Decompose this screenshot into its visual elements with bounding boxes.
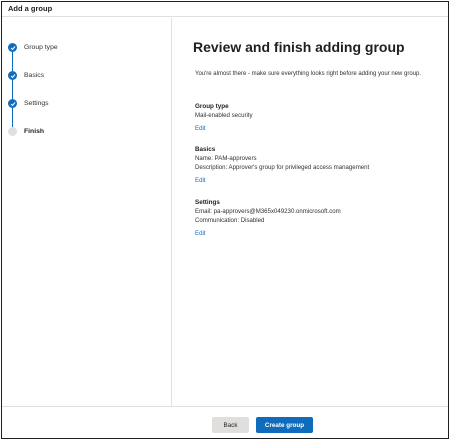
step-label: Finish: [24, 128, 45, 135]
step-complete-check-icon: [8, 71, 17, 80]
section-heading: Settings: [195, 199, 220, 206]
section-heading: Basics: [195, 146, 216, 153]
wizard-steps-sidebar: Group type Basics Settings Finish: [2, 18, 172, 406]
wizard-footer: Back Create group: [2, 406, 448, 438]
step-label: Settings: [24, 100, 49, 107]
back-button[interactable]: Back: [212, 417, 249, 433]
step-group-type[interactable]: Group type: [8, 43, 158, 55]
create-group-button[interactable]: Create group: [256, 417, 313, 433]
intro-text: You're almost there - make sure everythi…: [195, 71, 422, 77]
review-content: Review and finish adding group You're al…: [173, 18, 448, 406]
section-group-type: Group type Mail-enabled security Edit: [195, 102, 445, 133]
section-basics: Basics Name: PAM-approvers Description: …: [195, 145, 445, 185]
step-finish: Finish: [8, 127, 158, 139]
panel-title-bar: Add a group: [2, 2, 448, 17]
section-value: Communication: Disabled: [195, 217, 265, 224]
step-current-circle-icon: [8, 127, 17, 136]
panel-title: Add a group: [8, 4, 53, 13]
edit-basics-link[interactable]: Edit: [195, 176, 445, 185]
step-complete-check-icon: [8, 43, 17, 52]
section-value: Description: Approver's group for privil…: [195, 164, 370, 171]
step-label: Basics: [24, 72, 45, 79]
step-settings[interactable]: Settings: [8, 99, 158, 111]
section-value: Email: pa-approvers@M365x049230.onmicros…: [195, 208, 341, 215]
edit-settings-link[interactable]: Edit: [195, 229, 445, 238]
section-value: Name: PAM-approvers: [195, 155, 257, 162]
edit-group-type-link[interactable]: Edit: [195, 124, 445, 133]
step-label: Group type: [24, 44, 58, 51]
step-complete-check-icon: [8, 99, 17, 108]
add-group-panel: Add a group Group type Basics Settings F…: [1, 1, 449, 439]
section-settings: Settings Email: pa-approvers@M365x049230…: [195, 198, 445, 238]
section-value: Mail-enabled security: [195, 112, 253, 119]
section-heading: Group type: [195, 103, 229, 110]
page-title: Review and finish adding group: [193, 39, 405, 55]
step-basics[interactable]: Basics: [8, 71, 158, 83]
